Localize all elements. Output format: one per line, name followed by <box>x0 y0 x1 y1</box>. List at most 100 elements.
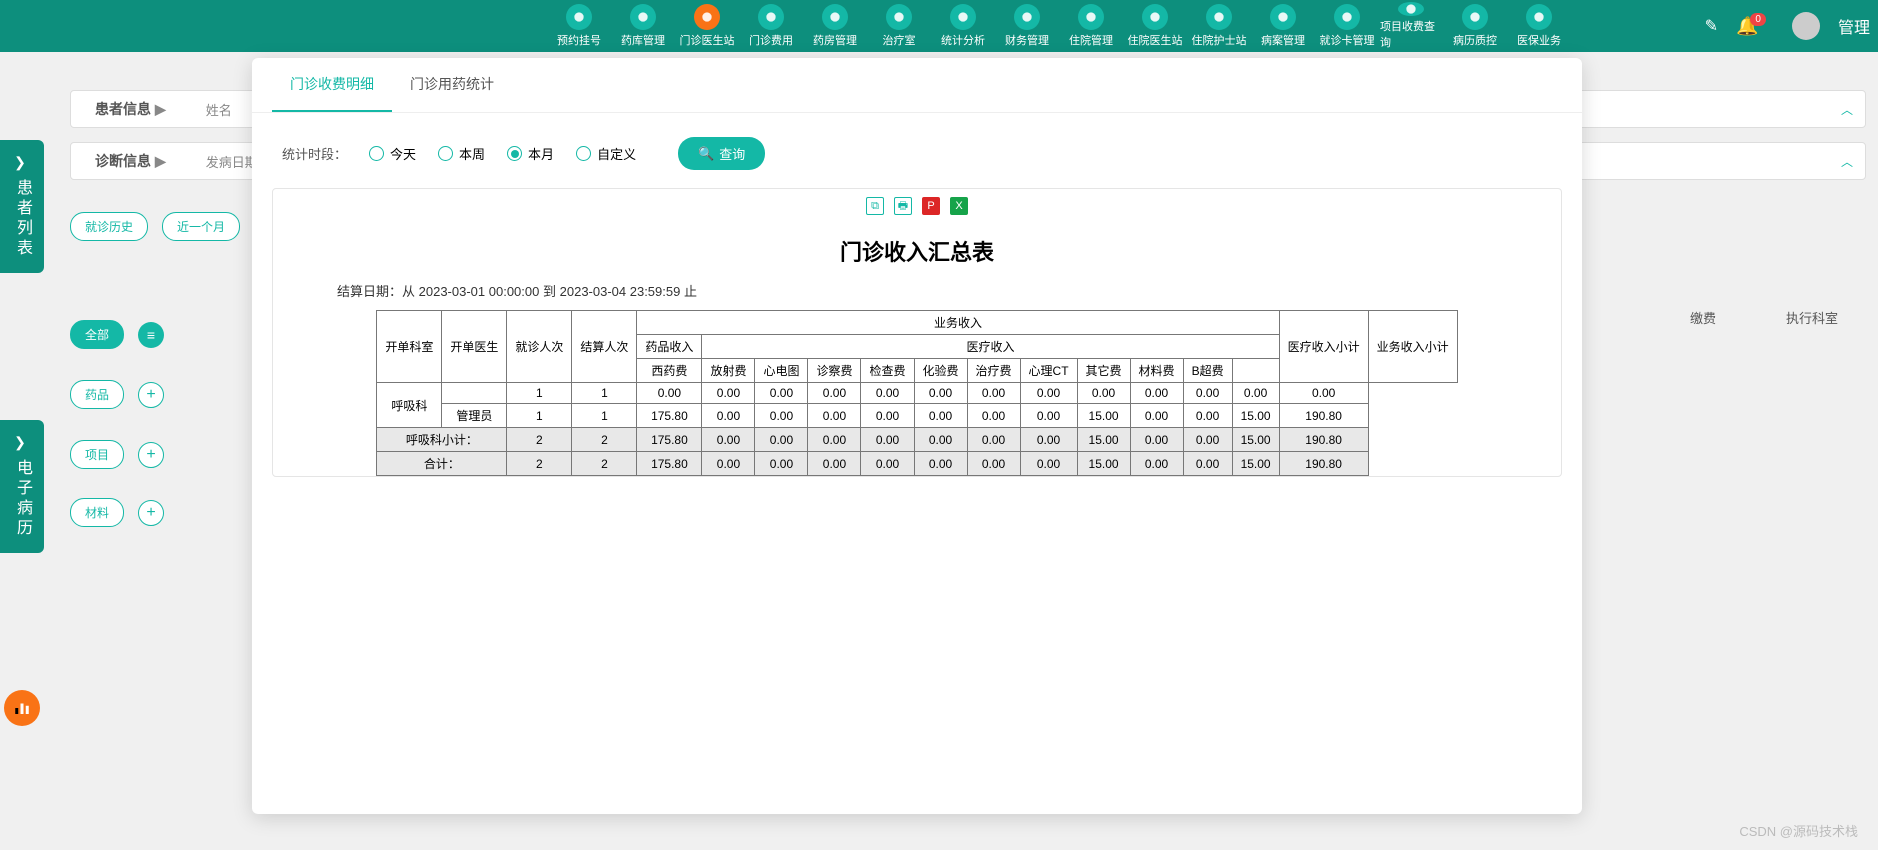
notification-badge: 0 <box>1750 13 1766 26</box>
filter-bar: 统计时段： 今天 本周 本月 自定义 🔍查询 <box>252 113 1582 188</box>
excel-icon[interactable]: X <box>950 197 968 215</box>
nav-item-7[interactable]: 财务管理 <box>996 2 1058 50</box>
nav-icon <box>950 4 976 30</box>
search-icon: 🔍 <box>698 146 714 162</box>
date-range: 结算日期：从 2023-03-01 00:00:00 到 2023-03-04 … <box>273 275 1561 310</box>
edit-icon[interactable]: ✎ <box>1705 16 1718 36</box>
history-filters: 就诊历史 近一个月 <box>70 212 240 241</box>
history-button[interactable]: 就诊历史 <box>70 212 148 241</box>
drug-button[interactable]: 药品 <box>70 380 124 409</box>
nav-icon <box>1398 2 1424 16</box>
nav-icon <box>1526 4 1552 30</box>
nav-icon <box>822 4 848 30</box>
material-button[interactable]: 材料 <box>70 498 124 527</box>
nav-label: 财务管理 <box>1005 32 1049 48</box>
nav-item-13[interactable]: 项目收费查询 <box>1380 2 1442 50</box>
chevron-right-icon: ❯ <box>14 154 30 171</box>
nav-icon <box>1334 4 1360 30</box>
filter-label: 统计时段： <box>282 144 347 163</box>
query-button[interactable]: 🔍查询 <box>678 137 765 170</box>
report-modal: 门诊收费明细 门诊用药统计 统计时段： 今天 本周 本月 自定义 🔍查询 ⧉ 🖶… <box>252 58 1582 814</box>
all-filter-row: 全部 ≡ <box>70 320 164 349</box>
item-filter-row: 项目 + <box>70 440 164 469</box>
radio-week[interactable]: 本周 <box>438 144 485 163</box>
table-row: 合计：22175.800.000.000.000.000.000.000.001… <box>377 452 1457 476</box>
top-header: 预约挂号 药库管理门诊医生站门诊费用 药房管理 治疗室 统计分析 财务管理 住院管理住院医生… <box>0 0 1878 52</box>
user-label: 管理 <box>1838 14 1870 38</box>
nav-item-1[interactable]: 药库管理 <box>612 2 674 50</box>
tab-drug-stats[interactable]: 门诊用药统计 <box>392 58 512 112</box>
radio-today[interactable]: 今天 <box>369 144 416 163</box>
nav-label: 就诊卡管理 <box>1320 32 1375 48</box>
radio-custom[interactable]: 自定义 <box>576 144 636 163</box>
nav-icon <box>1014 4 1040 30</box>
export-bar: ⧉ 🖶 P X <box>273 189 1561 223</box>
header-right: ✎ 🔔0 管理 <box>1705 12 1870 40</box>
plus-icon[interactable]: + <box>138 500 164 526</box>
nav-label: 预约挂号 <box>557 32 601 48</box>
patient-info-title: 患者信息▶ <box>95 99 166 119</box>
menu-icon[interactable]: ≡ <box>138 322 164 348</box>
nav-item-5[interactable]: 治疗室 <box>868 2 930 50</box>
chevron-up-icon[interactable]: ︿ <box>1841 153 1853 170</box>
nav-icon <box>886 4 912 30</box>
nav-item-2[interactable]: 门诊医生站 <box>676 2 738 50</box>
nav-label: 门诊医生站 <box>680 32 735 48</box>
chevron-right-icon: ❯ <box>14 434 30 451</box>
nav-label: 药库管理 <box>621 32 665 48</box>
nav-label: 门诊费用 <box>749 32 793 48</box>
material-filter-row: 材料 + <box>70 498 164 527</box>
table-row: 管理员11175.800.000.000.000.000.000.000.001… <box>377 404 1457 428</box>
dept-column: 执行科室 <box>1786 308 1838 327</box>
nav-item-14[interactable]: 病历质控 <box>1444 2 1506 50</box>
emr-tab[interactable]: ❯电子病历 <box>0 420 44 553</box>
nav-item-3[interactable]: 门诊费用 <box>740 2 802 50</box>
modal-tabs: 门诊收费明细 门诊用药统计 <box>252 58 1582 113</box>
nav-item-4[interactable]: 药房管理 <box>804 2 866 50</box>
nav-label: 病案管理 <box>1261 32 1305 48</box>
all-button[interactable]: 全部 <box>70 320 124 349</box>
tab-detail[interactable]: 门诊收费明细 <box>272 58 392 112</box>
nav-item-12[interactable]: 就诊卡管理 <box>1316 2 1378 50</box>
nav-item-9[interactable]: 住院医生站 <box>1124 2 1186 50</box>
plus-icon[interactable]: + <box>138 442 164 468</box>
recent-button[interactable]: 近一个月 <box>162 212 240 241</box>
diag-info-title: 诊断信息▶ <box>95 151 166 171</box>
nav-icon <box>1078 4 1104 30</box>
nav-item-11[interactable]: 病案管理 <box>1252 2 1314 50</box>
nav-item-0[interactable]: 预约挂号 <box>548 2 610 50</box>
patient-list-tab[interactable]: ❯患者列表 <box>0 140 44 273</box>
table-row: 呼吸科小计：22175.800.000.000.000.000.000.000.… <box>377 428 1457 452</box>
name-label: 姓名 <box>206 100 232 119</box>
radio-month[interactable]: 本月 <box>507 144 554 163</box>
item-button[interactable]: 项目 <box>70 440 124 469</box>
nav-label: 药房管理 <box>813 32 857 48</box>
nav-icon <box>1206 4 1232 30</box>
right-column-headers: 缴费 执行科室 <box>1690 308 1838 327</box>
report-title: 门诊收入汇总表 <box>273 223 1561 275</box>
print-preview-icon[interactable]: ⧉ <box>866 197 884 215</box>
pdf-icon[interactable]: P <box>922 197 940 215</box>
nav-label: 病历质控 <box>1453 32 1497 48</box>
nav-icon <box>630 4 656 30</box>
nav-icon <box>694 4 720 30</box>
table-row: 呼吸科110.000.000.000.000.000.000.000.000.0… <box>377 383 1457 404</box>
bell-icon[interactable]: 🔔0 <box>1736 16 1774 37</box>
nav-label: 住院管理 <box>1069 32 1113 48</box>
nav-label: 治疗室 <box>883 32 916 48</box>
nav-item-10[interactable]: 住院护士站 <box>1188 2 1250 50</box>
drug-filter-row: 药品 + <box>70 380 164 409</box>
avatar[interactable] <box>1792 12 1820 40</box>
stats-fab-icon[interactable] <box>4 690 40 726</box>
nav-item-6[interactable]: 统计分析 <box>932 2 994 50</box>
nav-icon <box>1462 4 1488 30</box>
nav-label: 统计分析 <box>941 32 985 48</box>
nav-item-15[interactable]: 医保业务 <box>1508 2 1570 50</box>
nav-label: 住院医生站 <box>1128 32 1183 48</box>
print-icon[interactable]: 🖶 <box>894 197 912 215</box>
chevron-up-icon[interactable]: ︿ <box>1841 101 1853 118</box>
nav-items: 预约挂号 药库管理门诊医生站门诊费用 药房管理 治疗室 统计分析 财务管理 住院管理住院医生… <box>548 2 1570 50</box>
plus-icon[interactable]: + <box>138 382 164 408</box>
nav-item-8[interactable]: 住院管理 <box>1060 2 1122 50</box>
onset-label: 发病日期 <box>206 152 258 171</box>
